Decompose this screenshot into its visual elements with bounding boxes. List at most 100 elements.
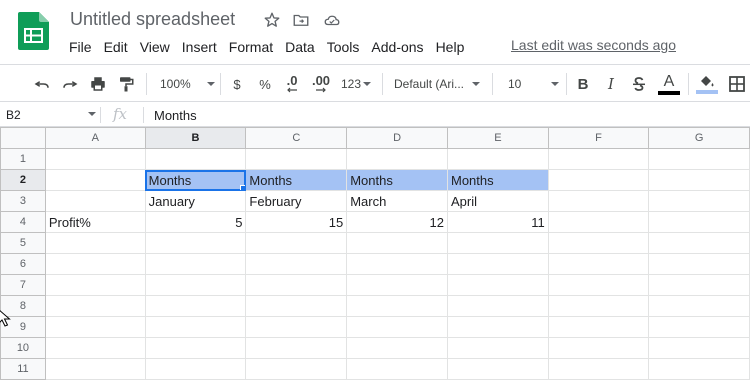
cell-b10[interactable] — [144, 337, 247, 359]
menu-insert[interactable]: Insert — [176, 37, 223, 57]
sheets-logo-icon[interactable] — [18, 12, 49, 50]
cell-d9[interactable] — [346, 316, 448, 338]
cell-f8[interactable] — [547, 295, 650, 317]
cell-d8[interactable] — [346, 295, 448, 317]
cell-f2[interactable] — [547, 169, 650, 191]
cell-c1[interactable] — [245, 148, 348, 170]
cell-a6[interactable] — [44, 253, 146, 275]
cell-f3[interactable] — [547, 190, 650, 212]
cell-b7[interactable] — [144, 274, 247, 296]
cell-a5[interactable] — [44, 232, 146, 254]
bold-button[interactable]: B — [572, 72, 594, 96]
document-title[interactable]: Untitled spreadsheet — [70, 9, 235, 30]
cell-b1[interactable] — [144, 148, 247, 170]
strikethrough-icon[interactable] — [628, 72, 650, 96]
cell-a2[interactable] — [44, 169, 146, 191]
cell-g11[interactable] — [648, 358, 750, 380]
cell-e8[interactable] — [446, 295, 549, 317]
cell-f9[interactable] — [547, 316, 650, 338]
cell-b9[interactable] — [144, 316, 247, 338]
redo-icon[interactable] — [58, 72, 82, 96]
cell-a4[interactable]: Profit% — [44, 211, 146, 233]
cell-c4[interactable]: 15 — [245, 211, 348, 233]
cell-g9[interactable] — [648, 316, 750, 338]
menu-edit[interactable]: Edit — [98, 37, 134, 57]
cell-a1[interactable] — [44, 148, 146, 170]
cell-c6[interactable] — [245, 253, 348, 275]
cell-d5[interactable] — [346, 232, 448, 254]
cell-a10[interactable] — [44, 337, 146, 359]
cell-c10[interactable] — [245, 337, 348, 359]
menu-format[interactable]: Format — [223, 37, 279, 57]
column-header-e[interactable]: E — [446, 127, 549, 149]
cell-c5[interactable] — [245, 232, 348, 254]
cell-e9[interactable] — [446, 316, 549, 338]
cell-d11[interactable] — [346, 358, 448, 380]
cell-c8[interactable] — [245, 295, 348, 317]
cell-c3[interactable]: February — [245, 190, 348, 212]
italic-button[interactable]: I — [600, 72, 622, 96]
cell-c7[interactable] — [245, 274, 348, 296]
row-header[interactable]: 1 — [0, 148, 46, 170]
column-header-f[interactable]: F — [547, 127, 650, 149]
select-all-corner[interactable] — [0, 127, 46, 149]
cell-g2[interactable] — [648, 169, 750, 191]
cell-b4[interactable]: 5 — [144, 211, 247, 233]
row-header[interactable]: 4 — [0, 211, 46, 233]
cell-e11[interactable] — [446, 358, 549, 380]
cell-b3[interactable]: January — [144, 190, 247, 212]
cell-a3[interactable] — [44, 190, 146, 212]
cell-f6[interactable] — [547, 253, 650, 275]
borders-icon[interactable] — [726, 72, 748, 96]
cell-g4[interactable] — [648, 211, 750, 233]
print-icon[interactable] — [86, 72, 110, 96]
text-color-button[interactable]: A — [656, 72, 682, 96]
cell-d4[interactable]: 12 — [346, 211, 448, 233]
row-header[interactable]: 2 — [0, 169, 46, 191]
currency-format-button[interactable]: $ — [226, 72, 248, 96]
row-header[interactable]: 7 — [0, 274, 46, 296]
row-header[interactable]: 6 — [0, 253, 46, 275]
cell-e10[interactable] — [446, 337, 549, 359]
cell-a7[interactable] — [44, 274, 146, 296]
formula-input[interactable]: Months — [154, 108, 197, 123]
row-header[interactable]: 3 — [0, 190, 46, 212]
column-header-c[interactable]: C — [245, 127, 348, 149]
cell-e2[interactable]: Months — [446, 169, 549, 191]
undo-icon[interactable] — [30, 72, 54, 96]
cell-e1[interactable] — [446, 148, 549, 170]
decrease-decimal-button[interactable]: .0 — [280, 72, 304, 96]
menu-data[interactable]: Data — [279, 37, 321, 57]
menu-view[interactable]: View — [134, 37, 176, 57]
cell-e4[interactable]: 11 — [446, 211, 549, 233]
cell-g5[interactable] — [648, 232, 750, 254]
cell-d3[interactable]: March — [346, 190, 448, 212]
cell-g6[interactable] — [648, 253, 750, 275]
name-box[interactable]: B2 — [0, 103, 100, 126]
cell-d1[interactable] — [346, 148, 448, 170]
row-header[interactable]: 5 — [0, 232, 46, 254]
menu-help[interactable]: Help — [430, 37, 471, 57]
cell-g1[interactable] — [648, 148, 750, 170]
cell-a11[interactable] — [44, 358, 146, 380]
cell-g8[interactable] — [648, 295, 750, 317]
row-header[interactable]: 10 — [0, 337, 46, 359]
cell-f1[interactable] — [547, 148, 650, 170]
font-size-select[interactable]: 10 — [498, 72, 560, 96]
menu-addons[interactable]: Add-ons — [365, 37, 429, 57]
cell-b8[interactable] — [144, 295, 247, 317]
move-to-folder-icon[interactable] — [291, 10, 311, 30]
cell-f4[interactable] — [547, 211, 650, 233]
cell-b11[interactable] — [144, 358, 247, 380]
column-header-a[interactable]: A — [44, 127, 146, 149]
percent-format-button[interactable]: % — [254, 72, 276, 96]
cell-e7[interactable] — [446, 274, 549, 296]
cell-b6[interactable] — [144, 253, 247, 275]
cell-f5[interactable] — [547, 232, 650, 254]
cell-g10[interactable] — [648, 337, 750, 359]
fill-handle[interactable] — [240, 185, 245, 190]
cell-b5[interactable] — [144, 232, 247, 254]
column-header-d[interactable]: D — [346, 127, 448, 149]
cell-e5[interactable] — [446, 232, 549, 254]
cell-b2[interactable]: Months — [144, 169, 247, 191]
